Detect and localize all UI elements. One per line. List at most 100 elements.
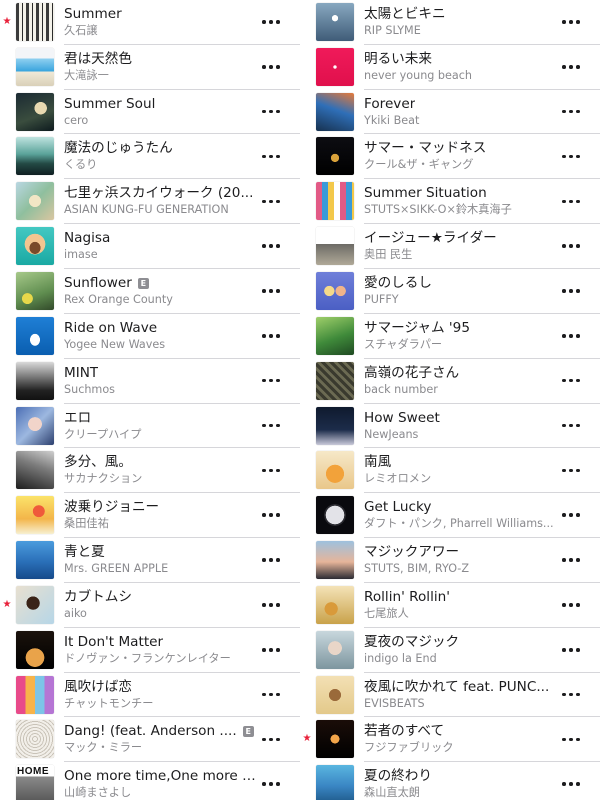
song-row[interactable]: 君は天然色 大滝詠一 [0, 44, 300, 90]
song-artist: 大滝詠一 [64, 68, 109, 82]
song-row[interactable]: Nagisa imase [0, 224, 300, 269]
song-row[interactable]: Sunflower E Rex Orange County [0, 269, 300, 314]
song-row[interactable]: 愛のしるし PUFFY [300, 269, 600, 314]
song-row[interactable]: 青と夏 Mrs. GREEN APPLE [0, 538, 300, 583]
more-options-icon[interactable] [262, 643, 280, 657]
more-options-icon[interactable] [262, 284, 280, 298]
song-row[interactable]: 明るい未来 never young beach [300, 44, 600, 90]
more-options-icon[interactable] [562, 284, 580, 298]
song-row[interactable]: 夜風に吹かれて feat. PUNC... EVISBEATS [300, 672, 600, 717]
explicit-badge-icon: E [137, 277, 149, 289]
more-options-icon[interactable] [262, 149, 280, 163]
more-options-icon[interactable] [562, 508, 580, 522]
more-options-icon[interactable] [262, 598, 280, 612]
album-art [16, 92, 54, 131]
song-artist: PUFFY [364, 292, 399, 306]
album-art: HOME [16, 765, 54, 800]
song-row[interactable]: 波乗りジョニー 桑田佳祐 [0, 493, 300, 538]
song-row[interactable]: Dang! (feat. Anderson .... E マック・ミラー [0, 717, 300, 762]
song-artist: マック・ミラー [64, 741, 143, 755]
more-options-icon[interactable] [562, 15, 580, 29]
song-row[interactable]: 多分、風。 サカナクション [0, 448, 300, 493]
song-title: マジックアワー [364, 544, 460, 561]
song-row[interactable]: It Don't Matter ドノヴァン・フランケンレイター [0, 627, 300, 673]
more-options-icon[interactable] [262, 194, 280, 208]
song-row[interactable]: 夏夜のマジック indigo la End [300, 627, 600, 673]
song-row[interactable]: サマー・マッドネス クール&ザ・ギャング [300, 134, 600, 179]
more-options-icon[interactable] [262, 732, 280, 746]
more-options-icon[interactable] [262, 15, 280, 29]
song-row[interactable]: サマージャム '95 スチャダラパー [300, 313, 600, 359]
more-options-icon[interactable] [562, 463, 580, 477]
more-options-icon[interactable] [562, 777, 580, 791]
more-options-icon[interactable] [262, 105, 280, 119]
album-art [316, 585, 354, 624]
more-options-icon[interactable] [262, 553, 280, 567]
more-options-icon[interactable] [562, 329, 580, 343]
more-options-icon[interactable] [562, 688, 580, 702]
song-title: サマージャム '95 [364, 319, 470, 336]
song-title: 高嶺の花子さん [364, 364, 460, 381]
song-row[interactable]: ★ Summer 久石譲 [0, 0, 300, 45]
album-art [16, 496, 54, 535]
song-title: MINT [64, 364, 99, 381]
song-row[interactable]: 夏の終わり 森山直太朗 [300, 762, 600, 800]
song-title: It Don't Matter [64, 633, 164, 650]
song-row[interactable]: ★ 若者のすべて フジファブリック [300, 717, 600, 762]
explicit-badge-icon: E [242, 726, 254, 738]
more-options-icon[interactable] [262, 329, 280, 343]
song-row[interactable]: Ride on Wave Yogee New Waves [0, 313, 300, 359]
song-row[interactable]: ★ カブトムシ aiko [0, 582, 300, 628]
more-options-icon[interactable] [262, 419, 280, 433]
song-row[interactable]: MINT Suchmos [0, 358, 300, 404]
more-options-icon[interactable] [262, 777, 280, 791]
song-row[interactable]: 高嶺の花子さん back number [300, 358, 600, 404]
more-options-icon[interactable] [262, 508, 280, 522]
song-row[interactable]: Summer Situation STUTS×SIKK-O×鈴木真海子 [300, 179, 600, 224]
album-art [316, 720, 354, 759]
more-options-icon[interactable] [562, 732, 580, 746]
song-row[interactable]: HOME One more time,One more c... 山崎まさよし [0, 762, 300, 800]
song-row[interactable]: 七里ヶ浜スカイウォーク (20... ASIAN KUNG-FU GENERATI… [0, 179, 300, 224]
more-options-icon[interactable] [562, 239, 580, 253]
more-options-icon[interactable] [562, 60, 580, 74]
song-row[interactable]: 太陽とビキニ RIP SLYME [300, 0, 600, 45]
song-row[interactable]: イージュー★ライダー 奥田 民生 [300, 224, 600, 269]
song-row[interactable]: 魔法のじゅうたん くるり [0, 134, 300, 179]
more-options-icon[interactable] [262, 688, 280, 702]
more-options-icon[interactable] [562, 598, 580, 612]
song-artist: ASIAN KUNG-FU GENERATION [64, 203, 229, 217]
more-options-icon[interactable] [562, 149, 580, 163]
album-art [316, 675, 354, 714]
more-options-icon[interactable] [562, 643, 580, 657]
more-options-icon[interactable] [262, 60, 280, 74]
song-row[interactable]: Get Lucky ダフト・パンク, Pharrell Williams... [300, 493, 600, 538]
song-row[interactable]: Summer Soul cero [0, 89, 300, 135]
song-title: 青と夏 [64, 544, 105, 561]
song-row[interactable]: エロ クリープハイプ [0, 403, 300, 448]
song-row[interactable]: マジックアワー STUTS, BIM, RYO-Z [300, 538, 600, 583]
more-options-icon[interactable] [562, 194, 580, 208]
more-options-icon[interactable] [562, 105, 580, 119]
song-row[interactable]: How Sweet NewJeans [300, 403, 600, 448]
more-options-icon[interactable] [562, 374, 580, 388]
album-art [316, 541, 354, 580]
song-row[interactable]: 南風 レミオロメン [300, 448, 600, 493]
song-artist: Ykiki Beat [364, 113, 420, 127]
song-artist: STUTS, BIM, RYO-Z [364, 562, 470, 576]
more-options-icon[interactable] [262, 239, 280, 253]
more-options-icon[interactable] [562, 419, 580, 433]
song-row[interactable]: 風吹けば恋 チャットモンチー [0, 672, 300, 717]
more-options-icon[interactable] [562, 553, 580, 567]
song-artist: くるり [64, 158, 98, 172]
song-row[interactable]: Rollin' Rollin' 七尾旅人 [300, 582, 600, 628]
song-artist: Rex Orange County [64, 292, 173, 306]
more-options-icon[interactable] [262, 374, 280, 388]
album-art [16, 720, 54, 759]
more-options-icon[interactable] [262, 463, 280, 477]
album-art [316, 361, 354, 400]
song-row[interactable]: Forever Ykiki Beat [300, 89, 600, 135]
album-art [16, 227, 54, 266]
album-art [16, 451, 54, 490]
song-title: Dang! (feat. Anderson .... [64, 723, 237, 740]
